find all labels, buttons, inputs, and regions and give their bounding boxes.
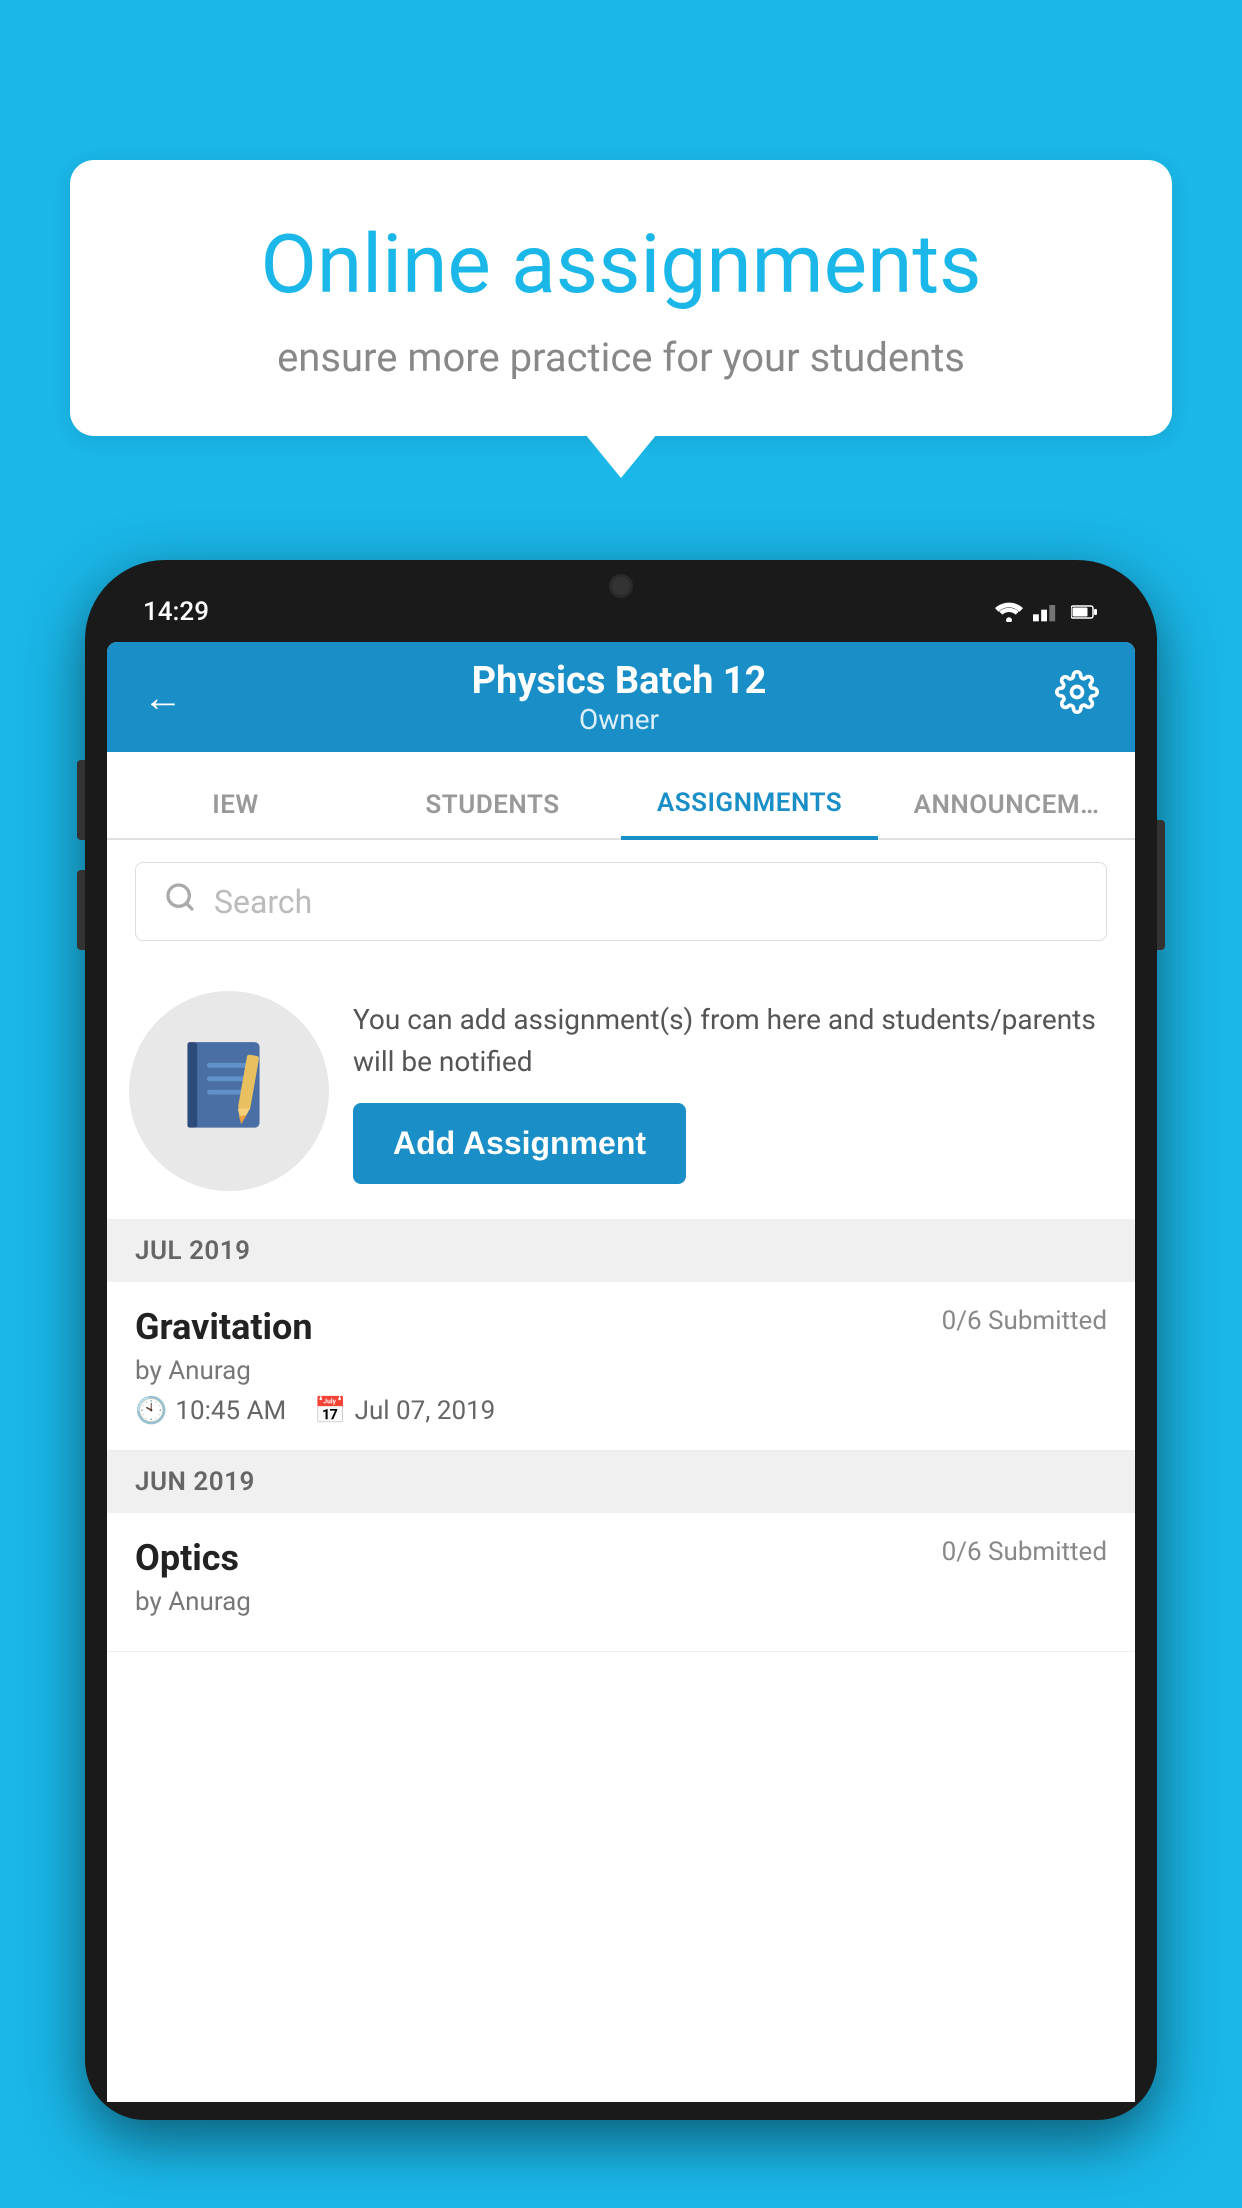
header-title-area: Physics Batch 12 Owner — [472, 659, 767, 736]
app-header: ← Physics Batch 12 Owner — [107, 642, 1135, 752]
promo-section: You can add assignment(s) from here and … — [107, 963, 1135, 1220]
tab-announcements[interactable]: ANNOUNCEM… — [878, 790, 1135, 838]
tab-iew[interactable]: IEW — [107, 790, 364, 838]
assignment-row1-optics: Optics 0/6 Submitted — [135, 1537, 1107, 1579]
promo-icon-circle — [129, 991, 329, 1191]
gear-icon — [1055, 670, 1099, 714]
promo-description: You can add assignment(s) from here and … — [353, 999, 1107, 1083]
promo-text-area: You can add assignment(s) from here and … — [353, 999, 1107, 1184]
phone-frame: 14:29 — [85, 560, 1157, 2120]
front-camera — [609, 574, 633, 598]
bubble-title: Online assignments — [140, 220, 1102, 310]
add-assignment-button[interactable]: Add Assignment — [353, 1103, 686, 1184]
assignment-item-gravitation[interactable]: Gravitation 0/6 Submitted by Anurag 🕙 10… — [107, 1282, 1135, 1451]
wifi-icon — [995, 602, 1023, 622]
assignment-name-optics: Optics — [135, 1537, 239, 1579]
phone-notch — [556, 560, 686, 600]
notebook-icon — [179, 1036, 279, 1146]
assignment-item-optics[interactable]: Optics 0/6 Submitted by Anurag — [107, 1513, 1135, 1652]
phone-screen: ← Physics Batch 12 Owner IEW STUDENTS AS… — [107, 642, 1135, 2102]
assignment-name-gravitation: Gravitation — [135, 1306, 313, 1348]
search-placeholder: Search — [214, 883, 312, 921]
phone-volume-up-button — [77, 760, 85, 840]
assignment-submitted-gravitation: 0/6 Submitted — [942, 1306, 1107, 1336]
speech-bubble-tail — [585, 434, 657, 478]
assignment-submitted-optics: 0/6 Submitted — [942, 1537, 1107, 1567]
section-header-jul: JUL 2019 — [107, 1220, 1135, 1282]
status-icons — [995, 602, 1099, 622]
signal-icon — [1033, 602, 1061, 622]
tab-students[interactable]: STUDENTS — [364, 790, 621, 838]
header-title: Physics Batch 12 — [472, 659, 767, 703]
calendar-icon: 📅 — [314, 1396, 346, 1426]
assignment-by-gravitation: by Anurag — [135, 1356, 1107, 1386]
assignment-meta-gravitation: 🕙 10:45 AM 📅 Jul 07, 2019 — [135, 1396, 1107, 1426]
clock-icon: 🕙 — [135, 1396, 167, 1426]
tabs-row: IEW STUDENTS ASSIGNMENTS ANNOUNCEM… — [107, 752, 1135, 840]
assignment-time-gravitation: 🕙 10:45 AM — [135, 1396, 286, 1426]
search-container: Search — [107, 840, 1135, 963]
back-button[interactable]: ← — [143, 674, 183, 721]
speech-bubble-container: Online assignments ensure more practice … — [70, 160, 1172, 478]
assignment-row1: Gravitation 0/6 Submitted — [135, 1306, 1107, 1348]
search-bar[interactable]: Search — [135, 862, 1107, 941]
search-icon — [164, 881, 196, 922]
battery-icon — [1071, 602, 1099, 622]
bubble-subtitle: ensure more practice for your students — [140, 334, 1102, 381]
speech-bubble: Online assignments ensure more practice … — [70, 160, 1172, 436]
tab-assignments[interactable]: ASSIGNMENTS — [621, 788, 878, 840]
status-time: 14:29 — [143, 597, 209, 627]
assignment-by-optics: by Anurag — [135, 1587, 1107, 1617]
phone-volume-down-button — [77, 870, 85, 950]
header-subtitle: Owner — [472, 703, 767, 736]
settings-button[interactable] — [1055, 670, 1099, 725]
assignment-date-gravitation: 📅 Jul 07, 2019 — [314, 1396, 495, 1426]
section-header-jun: JUN 2019 — [107, 1451, 1135, 1513]
phone-wrapper: 14:29 — [85, 560, 1157, 2208]
phone-power-button — [1157, 820, 1165, 950]
